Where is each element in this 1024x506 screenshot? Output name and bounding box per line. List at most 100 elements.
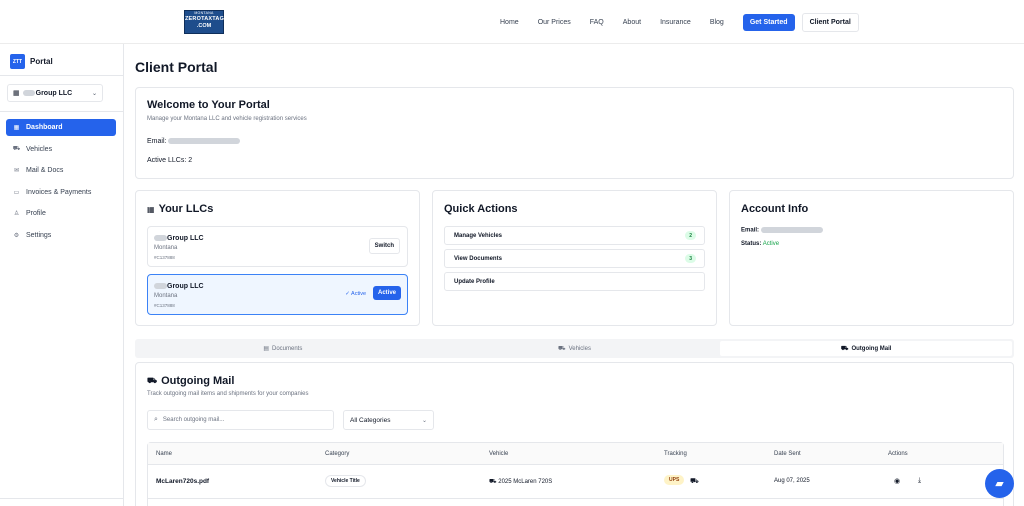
switch-button[interactable]: Switch <box>368 238 400 254</box>
outgoing-mail-subtitle: Track outgoing mail items and shipments … <box>147 391 309 397</box>
category-select[interactable]: All Categories ⌄ <box>343 410 434 430</box>
active-llcs-count: Active LLCs: 2 <box>147 157 193 164</box>
llc-state: Montana <box>154 245 178 251</box>
account-status: Status: Active <box>741 241 780 247</box>
view-documents-action[interactable]: View Documents 3 <box>444 249 705 268</box>
nav-link-insurance[interactable]: Insurance <box>660 19 691 26</box>
outgoing-mail-card: ⛟ Outgoing Mail Track outgoing mail item… <box>135 362 1014 506</box>
gear-icon: ⚙ <box>13 232 20 239</box>
welcome-email: Email: <box>147 138 241 145</box>
site-logo[interactable]: MONTANA ZEROTAXTAGS .COM <box>184 10 228 34</box>
nav-link-prices[interactable]: Our Prices <box>538 19 571 26</box>
nav-link-blog[interactable]: Blog <box>710 19 724 26</box>
tab-vehicles[interactable]: ⛟ Vehicles <box>429 341 721 356</box>
search-input[interactable]: ⌕ Search outgoing mail... <box>147 410 334 430</box>
redacted-text <box>154 235 167 242</box>
company-name: Group LLC <box>35 89 73 97</box>
sidebar-item-label: Vehicles <box>26 145 53 153</box>
column-header: Vehicle <box>489 451 509 457</box>
search-placeholder: Search outgoing mail... <box>162 417 225 423</box>
download-icon[interactable]: ⤓ <box>918 477 921 485</box>
top-nav: MONTANA ZEROTAXTAGS .COM Home Our Prices… <box>0 0 1024 44</box>
quick-actions-title: Quick Actions <box>444 203 518 215</box>
llcs-card: ▦ Your LLCs Group LLC Montana #C137888 S… <box>135 190 420 326</box>
tab-outgoing-mail[interactable]: ⛟ Outgoing Mail <box>720 341 1013 356</box>
redacted-text <box>154 283 167 290</box>
redacted-text <box>22 90 35 96</box>
divider <box>0 75 123 76</box>
building-icon: ▦ <box>13 90 20 97</box>
column-header: Name <box>156 451 173 457</box>
llc-name: Group LLC <box>154 235 204 242</box>
truck-icon: ⛟ <box>840 345 849 352</box>
llc-item[interactable]: Group LLC Montana #C137888 Switch <box>147 226 408 267</box>
quick-actions-card: Quick Actions Manage Vehicles 2 View Doc… <box>432 190 717 326</box>
sidebar-item-vehicles[interactable]: ⛟ Vehicles <box>6 141 116 158</box>
sidebar-item-label: Profile <box>26 210 46 217</box>
sidebar-brand: ZTT Portal <box>10 54 53 69</box>
truck-icon[interactable]: ⛟ <box>690 477 699 486</box>
mail-icon: ✉ <box>13 168 20 174</box>
llc-state: Montana <box>154 293 178 299</box>
search-icon: ⌕ <box>154 416 158 423</box>
redacted-email <box>168 138 241 145</box>
chat-button[interactable]: ▰ <box>985 469 1014 498</box>
table-row[interactable]: McLaren720s.pdf Vehicle Title ⛟ 2025 McL… <box>148 465 1003 499</box>
company-selector[interactable]: ▦ Group LLC ⌄ <box>7 84 103 102</box>
brand-badge: ZTT <box>10 54 25 69</box>
llc-name: Group LLC <box>154 283 204 290</box>
document-icon: ▤ <box>263 346 269 352</box>
chevron-down-icon: ⌄ <box>91 90 97 97</box>
account-info-title: Account Info <box>741 203 809 215</box>
welcome-subtitle: Manage your Montana LLC and vehicle regi… <box>147 116 307 122</box>
nav-link-faq[interactable]: FAQ <box>590 19 604 26</box>
manage-vehicles-action[interactable]: Manage Vehicles 2 <box>444 226 705 245</box>
sidebar-item-invoices[interactable]: ▭ Invoices & Payments <box>6 184 116 201</box>
welcome-title: Welcome to Your Portal <box>147 99 270 111</box>
llcs-title: ▦ Your LLCs <box>147 203 214 215</box>
table-header: Name Category Vehicle Tracking Date Sent… <box>148 443 1003 465</box>
update-profile-action[interactable]: Update Profile <box>444 272 705 291</box>
get-started-button[interactable]: Get Started <box>742 13 795 31</box>
sidebar-nav: ▦ Dashboard ⛟ Vehicles ✉ Mail & Docs ▭ I… <box>6 119 116 248</box>
column-header: Date Sent <box>774 451 801 457</box>
sidebar-item-settings[interactable]: ⚙ Settings <box>6 227 116 244</box>
count-badge: 2 <box>685 231 696 240</box>
sidebar-item-label: Invoices & Payments <box>26 188 92 196</box>
active-button[interactable]: Active <box>372 286 401 300</box>
nav-link-about[interactable]: About <box>623 19 641 26</box>
sidebar-item-label: Dashboard <box>26 124 63 131</box>
building-icon: ▦ <box>147 204 155 214</box>
user-icon: ♙ <box>13 211 20 217</box>
brand-title: Portal <box>30 57 53 66</box>
category-pill: Vehicle Title <box>325 475 366 487</box>
column-header: Tracking <box>664 451 687 457</box>
sidebar-item-label: Settings <box>26 231 52 239</box>
page-title: Client Portal <box>135 59 218 75</box>
llc-id: #C137888 <box>154 303 175 308</box>
tracking-carrier-badge: UPS <box>664 475 685 485</box>
sidebar-item-dashboard[interactable]: ▦ Dashboard <box>6 119 116 136</box>
divider <box>0 498 123 499</box>
file-name: McLaren720s.pdf <box>156 478 210 485</box>
client-portal-button[interactable]: Client Portal <box>801 12 859 32</box>
chat-icon: ▰ <box>995 478 1004 490</box>
chevron-down-icon: ⌄ <box>421 417 427 424</box>
outgoing-mail-title: ⛟ Outgoing Mail <box>147 375 235 387</box>
column-header: Actions <box>888 451 908 457</box>
sidebar-item-mail-docs[interactable]: ✉ Mail & Docs <box>6 162 116 179</box>
content-tabs: ▤ Documents ⛟ Vehicles ⛟ Outgoing Mail <box>135 339 1014 358</box>
count-badge: 3 <box>685 254 696 263</box>
sidebar: ZTT Portal ▦ Group LLC ⌄ ▦ Dashboard ⛟ V… <box>0 44 124 506</box>
eye-icon[interactable]: ◉ <box>894 477 900 485</box>
column-header: Category <box>325 451 350 457</box>
account-email: Email: <box>741 227 823 234</box>
welcome-card: Welcome to Your Portal Manage your Monta… <box>135 87 1014 179</box>
vehicle-cell: ⛟ 2025 McLaren 720S <box>489 479 553 485</box>
sidebar-item-profile[interactable]: ♙ Profile <box>6 205 116 222</box>
tab-documents[interactable]: ▤ Documents <box>137 341 429 356</box>
nav-link-home[interactable]: Home <box>500 19 519 26</box>
divider <box>0 111 123 112</box>
date-sent: Aug 07, 2025 <box>774 478 810 484</box>
llc-item-selected[interactable]: Group LLC Montana #C137888 ✓ Active Acti… <box>147 274 408 315</box>
